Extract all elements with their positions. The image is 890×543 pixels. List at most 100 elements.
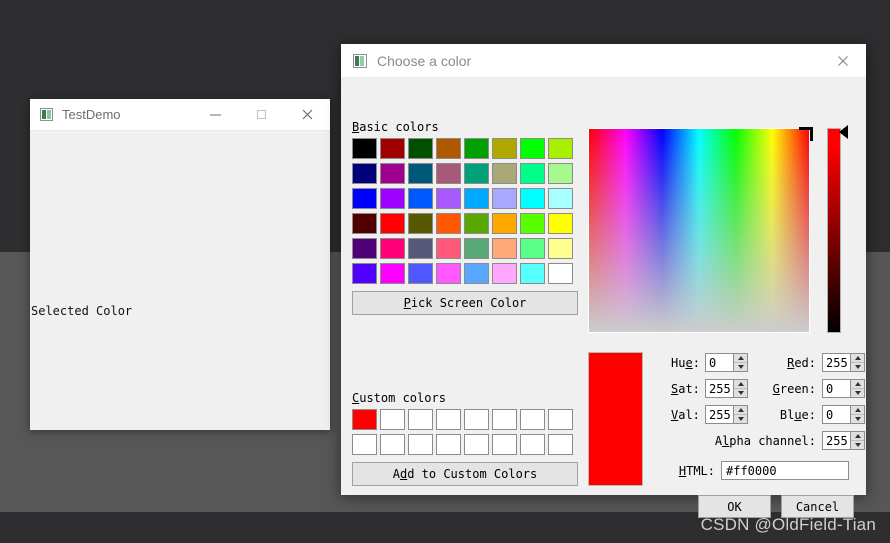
sv-cursor-crosshair[interactable] — [799, 127, 813, 141]
red-step-up[interactable] — [851, 354, 864, 363]
custom-color-swatch[interactable] — [352, 434, 377, 455]
basic-color-swatch[interactable] — [492, 238, 517, 259]
basic-colors-grid[interactable] — [352, 138, 576, 288]
custom-color-swatch[interactable] — [436, 409, 461, 430]
blue-value[interactable]: 0 — [823, 408, 850, 422]
testdemo-titlebar[interactable]: TestDemo — [30, 99, 330, 131]
basic-color-swatch[interactable] — [492, 213, 517, 234]
basic-color-swatch[interactable] — [436, 138, 461, 159]
red-stepper[interactable] — [850, 354, 864, 371]
close-icon[interactable] — [284, 99, 330, 130]
basic-color-swatch[interactable] — [408, 263, 433, 284]
basic-color-swatch[interactable] — [380, 238, 405, 259]
basic-color-swatch[interactable] — [464, 238, 489, 259]
sat-step-down[interactable] — [734, 389, 747, 397]
red-step-down[interactable] — [851, 363, 864, 371]
alpha-step-up[interactable] — [851, 432, 864, 441]
custom-color-swatch[interactable] — [548, 409, 573, 430]
green-stepper[interactable] — [850, 380, 864, 397]
basic-color-swatch[interactable] — [352, 188, 377, 209]
basic-color-swatch[interactable] — [380, 263, 405, 284]
custom-color-swatch[interactable] — [380, 409, 405, 430]
cancel-button[interactable]: Cancel — [781, 495, 854, 518]
basic-color-swatch[interactable] — [408, 238, 433, 259]
close-icon[interactable] — [820, 44, 866, 77]
basic-color-swatch[interactable] — [380, 163, 405, 184]
basic-color-swatch[interactable] — [464, 138, 489, 159]
hue-value[interactable]: 0 — [706, 356, 733, 370]
custom-color-swatch[interactable] — [352, 409, 377, 430]
custom-color-swatch[interactable] — [492, 409, 517, 430]
basic-color-swatch[interactable] — [436, 213, 461, 234]
basic-color-swatch[interactable] — [408, 163, 433, 184]
basic-color-swatch[interactable] — [492, 163, 517, 184]
basic-color-swatch[interactable] — [548, 238, 573, 259]
basic-color-swatch[interactable] — [408, 138, 433, 159]
basic-color-swatch[interactable] — [408, 213, 433, 234]
hue-step-down[interactable] — [734, 363, 747, 371]
sat-stepper[interactable] — [733, 380, 747, 397]
custom-color-swatch[interactable] — [464, 409, 489, 430]
value-slider-handle-icon[interactable] — [839, 125, 848, 139]
basic-color-swatch[interactable] — [548, 188, 573, 209]
basic-color-swatch[interactable] — [436, 188, 461, 209]
red-value[interactable]: 255 — [823, 356, 850, 370]
custom-color-swatch[interactable] — [436, 434, 461, 455]
basic-color-swatch[interactable] — [352, 163, 377, 184]
red-spinbox[interactable]: 255 — [822, 353, 865, 372]
basic-color-swatch[interactable] — [408, 188, 433, 209]
basic-color-swatch[interactable] — [520, 188, 545, 209]
sat-spinbox[interactable]: 255 — [705, 379, 748, 398]
green-spinbox[interactable]: 0 — [822, 379, 865, 398]
html-input[interactable]: #ff0000 — [721, 461, 849, 480]
basic-color-swatch[interactable] — [492, 263, 517, 284]
value-slider-bar[interactable] — [827, 128, 841, 333]
basic-color-swatch[interactable] — [548, 138, 573, 159]
basic-color-swatch[interactable] — [464, 263, 489, 284]
sat-value[interactable]: 255 — [706, 382, 733, 396]
alpha-stepper[interactable] — [850, 432, 864, 449]
basic-color-swatch[interactable] — [520, 263, 545, 284]
basic-color-swatch[interactable] — [352, 138, 377, 159]
maximize-icon[interactable] — [238, 99, 284, 130]
val-step-up[interactable] — [734, 406, 747, 415]
green-step-down[interactable] — [851, 389, 864, 397]
custom-color-swatch[interactable] — [548, 434, 573, 455]
blue-stepper[interactable] — [850, 406, 864, 423]
custom-color-swatch[interactable] — [380, 434, 405, 455]
alpha-value[interactable]: 255 — [823, 434, 850, 448]
basic-color-swatch[interactable] — [492, 138, 517, 159]
basic-color-swatch[interactable] — [464, 163, 489, 184]
green-value[interactable]: 0 — [823, 382, 850, 396]
add-to-custom-colors-button[interactable]: Add to Custom Colors — [352, 462, 578, 486]
val-step-down[interactable] — [734, 415, 747, 423]
custom-color-swatch[interactable] — [520, 409, 545, 430]
custom-color-swatch[interactable] — [492, 434, 517, 455]
dialog-titlebar[interactable]: Choose a color — [341, 44, 866, 78]
basic-color-swatch[interactable] — [520, 163, 545, 184]
basic-color-swatch[interactable] — [520, 238, 545, 259]
basic-color-swatch[interactable] — [436, 163, 461, 184]
val-spinbox[interactable]: 255 — [705, 405, 748, 424]
custom-color-swatch[interactable] — [408, 434, 433, 455]
basic-color-swatch[interactable] — [464, 188, 489, 209]
basic-color-swatch[interactable] — [436, 238, 461, 259]
custom-color-swatch[interactable] — [520, 434, 545, 455]
minimize-icon[interactable] — [192, 99, 238, 130]
pick-screen-color-button[interactable]: Pick Screen Color — [352, 291, 578, 315]
custom-color-swatch[interactable] — [408, 409, 433, 430]
custom-color-swatch[interactable] — [464, 434, 489, 455]
basic-color-swatch[interactable] — [380, 213, 405, 234]
hue-stepper[interactable] — [733, 354, 747, 371]
blue-step-down[interactable] — [851, 415, 864, 423]
ok-button[interactable]: OK — [698, 495, 771, 518]
alpha-spinbox[interactable]: 255 — [822, 431, 865, 450]
basic-color-swatch[interactable] — [380, 188, 405, 209]
hue-spinbox[interactable]: 0 — [705, 353, 748, 372]
basic-color-swatch[interactable] — [520, 213, 545, 234]
basic-color-swatch[interactable] — [548, 163, 573, 184]
basic-color-swatch[interactable] — [436, 263, 461, 284]
blue-step-up[interactable] — [851, 406, 864, 415]
basic-color-swatch[interactable] — [380, 138, 405, 159]
hue-step-up[interactable] — [734, 354, 747, 363]
